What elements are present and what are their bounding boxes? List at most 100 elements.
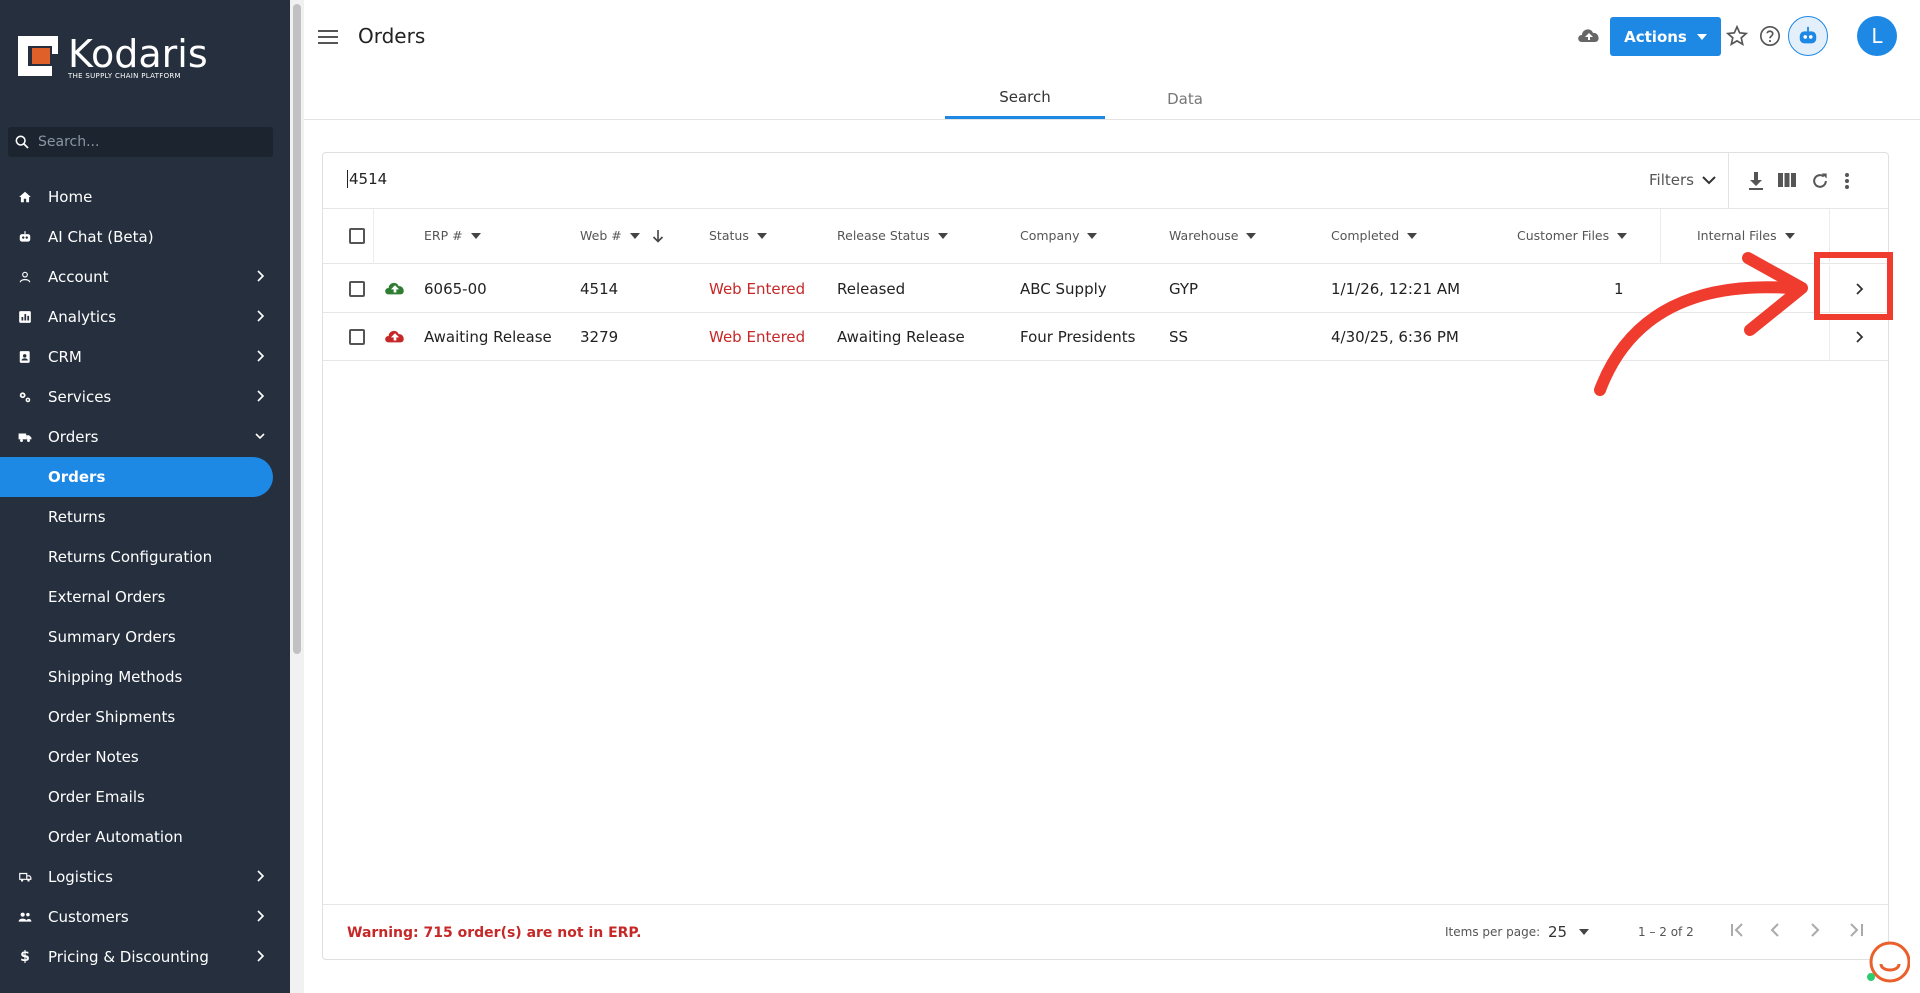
filter-caret-icon[interactable] [756, 232, 767, 239]
sidebar-subitem-returns-configuration[interactable]: Returns Configuration [0, 537, 290, 577]
sidebar-item-label: Account [48, 268, 109, 286]
table-footer: Warning: 715 order(s) are not in ERP. It… [323, 904, 1888, 960]
filters-dropdown[interactable]: Filters [1649, 171, 1716, 189]
items-per-page-select[interactable]: 25 [1548, 923, 1590, 941]
refresh-icon[interactable] [1810, 171, 1830, 191]
select-all-checkbox[interactable] [349, 228, 365, 244]
column-header-customer-files[interactable]: Customer Files [1517, 228, 1628, 243]
filter-caret-icon[interactable] [629, 232, 640, 239]
sidebar-item-logistics[interactable]: Logistics [0, 857, 290, 897]
sidebar-nav: Home AI Chat (Beta) Account Analytics CR… [0, 177, 290, 977]
sidebar-subitem-order-notes[interactable]: Order Notes [0, 737, 290, 777]
sidebar-item-analytics[interactable]: Analytics [0, 297, 290, 337]
column-header-internal-files[interactable]: Internal Files [1697, 228, 1795, 243]
truck-icon [18, 430, 32, 444]
tab-search[interactable]: Search [945, 78, 1105, 119]
sidebar-item-orders[interactable]: Orders [0, 417, 290, 457]
chevron-right-icon [257, 950, 265, 962]
chevron-right-icon [257, 910, 265, 922]
items-per-page-value: 25 [1548, 923, 1568, 941]
cell-warehouse: GYP [1169, 280, 1199, 298]
sort-arrow-down-icon[interactable] [652, 229, 664, 243]
chat-support-icon[interactable] [1866, 940, 1910, 984]
column-header-label: Internal Files [1697, 228, 1777, 243]
tab-data[interactable]: Data [1105, 78, 1265, 119]
cell-web: 3279 [580, 328, 619, 346]
sidebar-item-crm[interactable]: CRM [0, 337, 290, 377]
sidebar-subitem-orders[interactable]: Orders [0, 457, 273, 497]
cloud-upload-success-icon [385, 282, 404, 295]
filter-caret-icon[interactable] [937, 232, 948, 239]
sidebar-subitem-order-emails[interactable]: Order Emails [0, 777, 290, 817]
cell-completed: 4/30/25, 6:36 PM [1331, 328, 1459, 346]
search-icon [15, 135, 29, 149]
sidebar-subitem-label: Summary Orders [48, 628, 176, 646]
sidebar-item-label: Pricing & Discounting [48, 948, 209, 966]
filter-caret-icon[interactable] [470, 232, 481, 239]
filter-caret-icon[interactable] [1407, 232, 1418, 239]
brand-name: Kodaris [68, 32, 208, 76]
sidebar-subitem-returns[interactable]: Returns [0, 497, 290, 537]
download-icon[interactable] [1747, 171, 1765, 191]
filter-caret-icon[interactable] [1784, 232, 1795, 239]
sidebar-subitem-shipping-methods[interactable]: Shipping Methods [0, 657, 290, 697]
sidebar-subitem-label: Shipping Methods [48, 668, 183, 686]
sidebar-subitem-external-orders[interactable]: External Orders [0, 577, 290, 617]
column-header-status[interactable]: Status [709, 228, 767, 243]
filter-caret-icon[interactable] [1617, 232, 1628, 239]
sidebar-item-account[interactable]: Account [0, 257, 290, 297]
sidebar-item-services[interactable]: Services [0, 377, 290, 417]
search-query-input[interactable]: 4514 [347, 170, 387, 188]
more-vert-icon[interactable] [1844, 171, 1850, 191]
column-header-erp[interactable]: ERP # [424, 228, 481, 243]
chevron-right-icon [1855, 331, 1863, 343]
columns-icon[interactable] [1777, 171, 1797, 189]
previous-page-icon[interactable] [1769, 922, 1781, 938]
cloud-upload-icon[interactable] [1576, 24, 1602, 46]
column-header-label: Web # [580, 228, 622, 243]
column-header-completed[interactable]: Completed [1331, 228, 1418, 243]
column-header-warehouse[interactable]: Warehouse [1169, 228, 1257, 243]
filter-caret-icon[interactable] [1087, 232, 1098, 239]
kodaris-logo[interactable]: Kodaris THE SUPPLY CHAIN PLATFORM [16, 34, 208, 80]
kodaris-logo-mark [18, 36, 58, 76]
scrollbar-thumb[interactable] [293, 4, 301, 654]
cell-release-status: Released [837, 280, 906, 298]
column-header-release-status[interactable]: Release Status [837, 228, 948, 243]
row-open-button[interactable] [1829, 313, 1889, 361]
robot-icon [1799, 26, 1817, 44]
person-icon [18, 270, 32, 284]
cell-status: Web Entered [709, 328, 806, 346]
first-page-icon[interactable] [1729, 922, 1747, 938]
actions-button[interactable]: Actions [1610, 17, 1721, 56]
user-avatar[interactable]: L [1857, 16, 1897, 56]
sidebar-item-home[interactable]: Home [0, 177, 290, 217]
next-page-icon[interactable] [1809, 922, 1821, 938]
hamburger-menu-icon[interactable] [316, 26, 340, 48]
row-checkbox[interactable] [349, 329, 365, 345]
sidebar-item-label: CRM [48, 348, 82, 366]
cell-web: 4514 [580, 280, 619, 298]
robot-icon [18, 230, 32, 244]
ai-assistant-button[interactable] [1788, 16, 1828, 56]
sidebar-item-pricing[interactable]: $ Pricing & Discounting [0, 937, 290, 977]
sidebar-search[interactable] [8, 127, 273, 157]
sidebar-scrollbar[interactable] [290, 0, 304, 993]
column-header-label: Company [1020, 228, 1080, 243]
row-checkbox[interactable] [349, 281, 365, 297]
sidebar-subitem-order-automation[interactable]: Order Automation [0, 817, 290, 857]
sidebar-search-input[interactable] [38, 134, 238, 150]
filter-caret-icon[interactable] [1246, 232, 1257, 239]
last-page-icon[interactable] [1847, 922, 1865, 938]
sidebar-item-ai-chat[interactable]: AI Chat (Beta) [0, 217, 290, 257]
chevron-right-icon [257, 270, 265, 282]
sidebar-item-customers[interactable]: Customers [0, 897, 290, 937]
star-icon[interactable] [1726, 25, 1748, 47]
chevron-right-icon [257, 350, 265, 362]
column-header-web[interactable]: Web # [580, 228, 664, 243]
help-icon[interactable] [1759, 25, 1781, 47]
sidebar-subitem-order-shipments[interactable]: Order Shipments [0, 697, 290, 737]
column-header-company[interactable]: Company [1020, 228, 1098, 243]
cell-company: Four Presidents [1020, 328, 1136, 346]
sidebar-subitem-summary-orders[interactable]: Summary Orders [0, 617, 290, 657]
